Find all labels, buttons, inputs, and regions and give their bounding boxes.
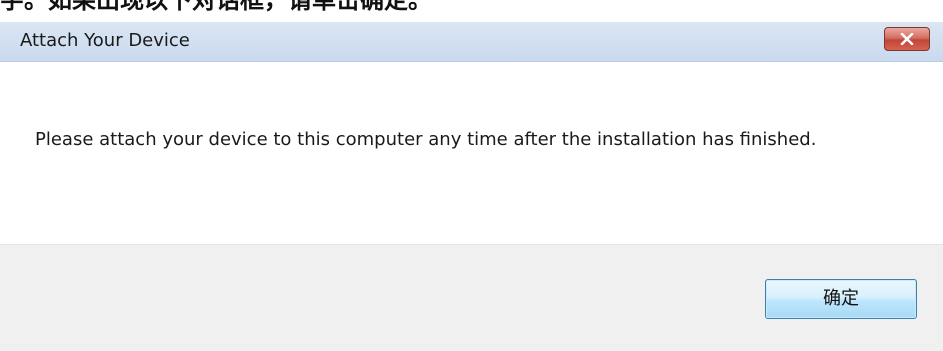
dialog-footer: 确定 (0, 244, 943, 351)
dialog-content: Please attach your device to this comput… (0, 62, 943, 244)
dialog-message: Please attach your device to this comput… (35, 129, 817, 150)
dialog-title-bar[interactable]: Attach Your Device (0, 22, 943, 62)
close-icon (900, 33, 914, 45)
dialog-title: Attach Your Device (20, 30, 190, 51)
background-instruction-text: 字。如果出现以下对话框，请单击确定。 (0, 0, 432, 14)
close-button[interactable] (884, 27, 930, 51)
ok-button[interactable]: 确定 (765, 279, 917, 319)
attach-device-dialog: Attach Your Device Please attach your de… (0, 22, 943, 351)
